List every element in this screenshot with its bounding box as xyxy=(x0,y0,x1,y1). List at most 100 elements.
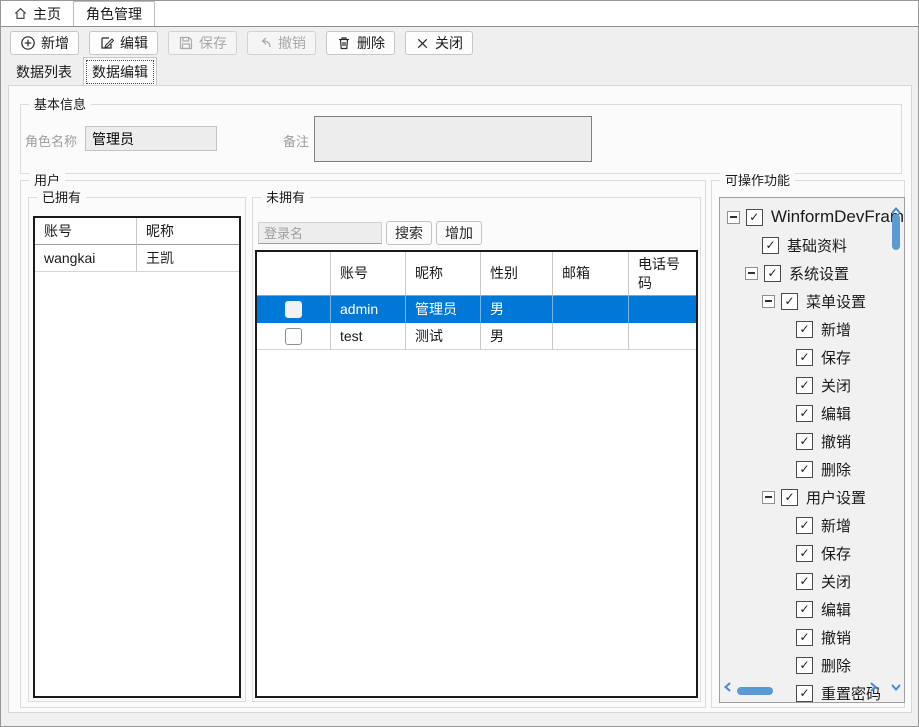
table-row[interactable]: wangkai王凯 xyxy=(35,245,239,272)
undo-button-label: 撤销 xyxy=(278,33,306,53)
collapse-icon[interactable] xyxy=(762,295,775,308)
tree-checkbox-icon[interactable]: ✓ xyxy=(796,657,813,674)
tree-node-label: 删除 xyxy=(821,459,851,480)
app-window: 主页 角色管理 新增 编辑 保存 xyxy=(0,0,919,727)
table-cell xyxy=(553,296,629,323)
add-button[interactable]: 增加 xyxy=(436,221,482,245)
search-button[interactable]: 搜索 xyxy=(386,221,432,245)
tree-node[interactable]: ✓ WinformDevFram xyxy=(720,203,904,231)
tree-node[interactable]: ✓ 撤销 xyxy=(720,623,904,651)
scroll-right-icon[interactable] xyxy=(869,679,878,697)
tree-node-label: 撤销 xyxy=(821,627,851,648)
tree-checkbox-icon[interactable]: ✓ xyxy=(796,629,813,646)
tree-node[interactable]: ✓系统设置 xyxy=(720,259,904,287)
tree-checkbox-icon[interactable]: ✓ xyxy=(796,517,813,534)
tree-checkbox-icon[interactable]: ✓ xyxy=(796,601,813,618)
tree-node[interactable]: ✓关闭 xyxy=(720,371,904,399)
table-cell: 管理员 xyxy=(406,296,481,323)
table-row[interactable]: test测试男 xyxy=(257,323,696,350)
save-button-label: 保存 xyxy=(199,33,227,53)
table-cell: 王凯 xyxy=(137,245,239,272)
tab-role-management[interactable]: 角色管理 xyxy=(73,1,155,26)
subtab-data-edit[interactable]: 数据编辑 xyxy=(83,57,157,87)
unowned-users-table: 账号昵称性别邮箱电话号码 admin管理员男test测试男 xyxy=(255,250,698,698)
remark-label: 备注 xyxy=(283,131,309,150)
tree-node[interactable]: ✓保存 xyxy=(720,539,904,567)
tree-checkbox-icon[interactable]: ✓ xyxy=(762,237,779,254)
save-button[interactable]: 保存 xyxy=(168,31,237,55)
vertical-scrollbar-thumb[interactable] xyxy=(892,214,900,250)
table-row[interactable]: admin管理员男 xyxy=(257,296,696,323)
tree-node[interactable]: ✓ 新增 xyxy=(720,315,904,343)
tree-checkbox-icon[interactable]: ✓ xyxy=(781,489,798,506)
tree-node-label: 编辑 xyxy=(821,403,851,424)
groupbox-users: 用户 已拥有 账号昵称 wangkai王凯 未拥有 搜索 增加 账号昵称性别邮箱… xyxy=(20,180,706,708)
tree-node[interactable]: ✓撤销 xyxy=(720,427,904,455)
table-cell: wangkai xyxy=(35,245,137,272)
tree-node[interactable]: ✓ 菜单设置 xyxy=(720,287,904,315)
collapse-icon[interactable] xyxy=(762,491,775,504)
delete-button-label: 删除 xyxy=(357,33,385,53)
subtab-data-list[interactable]: 数据列表 xyxy=(9,59,79,85)
tree-node[interactable]: ✓ 删除 xyxy=(720,455,904,483)
tree-indent xyxy=(720,637,779,638)
tree-checkbox-icon[interactable]: ✓ xyxy=(796,377,813,394)
tree-checkbox-icon[interactable]: ✓ xyxy=(781,293,798,310)
tree-node-label: 关闭 xyxy=(821,571,851,592)
tree-indent xyxy=(720,441,779,442)
tree-node-label: WinformDevFram xyxy=(771,207,904,227)
tree-indent xyxy=(720,553,779,554)
tree-checkbox-icon[interactable]: ✓ xyxy=(796,349,813,366)
role-name-input[interactable] xyxy=(85,126,217,151)
tree-node-label: 用户设置 xyxy=(806,487,866,508)
collapse-icon[interactable] xyxy=(727,211,740,224)
role-name-label: 角色名称 xyxy=(25,131,77,150)
tree-node-label: 编辑 xyxy=(821,599,851,620)
undo-button[interactable]: 撤销 xyxy=(247,31,316,55)
tree-checkbox-icon[interactable]: ✓ xyxy=(796,573,813,590)
permissions-title: 可操作功能 xyxy=(720,172,795,189)
owned-title: 已拥有 xyxy=(37,189,86,206)
tree-checkbox-icon[interactable]: ✓ xyxy=(796,433,813,450)
tree-node[interactable]: ✓基础资料 xyxy=(720,231,904,259)
tree-node-label: 菜单设置 xyxy=(806,291,866,312)
remark-textarea[interactable] xyxy=(314,116,592,162)
tab-home[interactable]: 主页 xyxy=(1,1,73,26)
tree-node[interactable]: ✓删除 xyxy=(720,651,904,679)
close-button-label: 关闭 xyxy=(435,33,463,53)
horizontal-scrollbar-thumb[interactable] xyxy=(737,687,773,695)
tree-checkbox-icon[interactable]: ✓ xyxy=(796,685,813,702)
tree-checkbox-icon[interactable]: ✓ xyxy=(796,405,813,422)
tree-node[interactable]: ✓ 新增 xyxy=(720,511,904,539)
scroll-left-icon[interactable] xyxy=(723,679,732,697)
tree-node-label: 新增 xyxy=(821,319,851,340)
tree-checkbox-icon[interactable]: ✓ xyxy=(764,265,781,282)
close-button[interactable]: 关闭 xyxy=(405,31,473,55)
column-header xyxy=(257,252,331,296)
row-checkbox-icon[interactable] xyxy=(285,328,302,345)
edit-button-label: 编辑 xyxy=(120,33,148,53)
tree-node[interactable]: ✓ 编辑 xyxy=(720,399,904,427)
groupbox-basic-info: 基本信息 角色名称 备注 xyxy=(20,104,902,174)
tree-checkbox-icon[interactable]: ✓ xyxy=(796,321,813,338)
delete-button[interactable]: 删除 xyxy=(326,31,395,55)
column-header: 账号 xyxy=(331,252,406,296)
row-checkbox-icon[interactable] xyxy=(285,301,302,318)
new-button[interactable]: 新增 xyxy=(10,31,79,55)
groupbox-owned: 已拥有 账号昵称 wangkai王凯 xyxy=(28,197,246,702)
tree-checkbox-icon[interactable]: ✓ xyxy=(796,545,813,562)
tree-node[interactable]: ✓ 关闭 xyxy=(720,567,904,595)
tree-indent xyxy=(720,329,779,330)
tree-node[interactable]: ✓ 用户设置 xyxy=(720,483,904,511)
collapse-icon[interactable] xyxy=(745,267,758,280)
tree-checkbox-icon[interactable]: ✓ xyxy=(796,461,813,478)
tree-node-label: 新增 xyxy=(821,515,851,536)
tree-node[interactable]: ✓保存 xyxy=(720,343,904,371)
tree-node[interactable]: ✓ 编辑 xyxy=(720,595,904,623)
toolbar: 新增 编辑 保存 撤销 xyxy=(1,26,918,59)
login-name-input[interactable] xyxy=(258,222,382,244)
column-header: 电话号码 xyxy=(629,252,696,296)
scroll-down-icon[interactable] xyxy=(891,679,901,697)
edit-button[interactable]: 编辑 xyxy=(89,31,158,55)
tree-checkbox-icon[interactable]: ✓ xyxy=(746,209,763,226)
